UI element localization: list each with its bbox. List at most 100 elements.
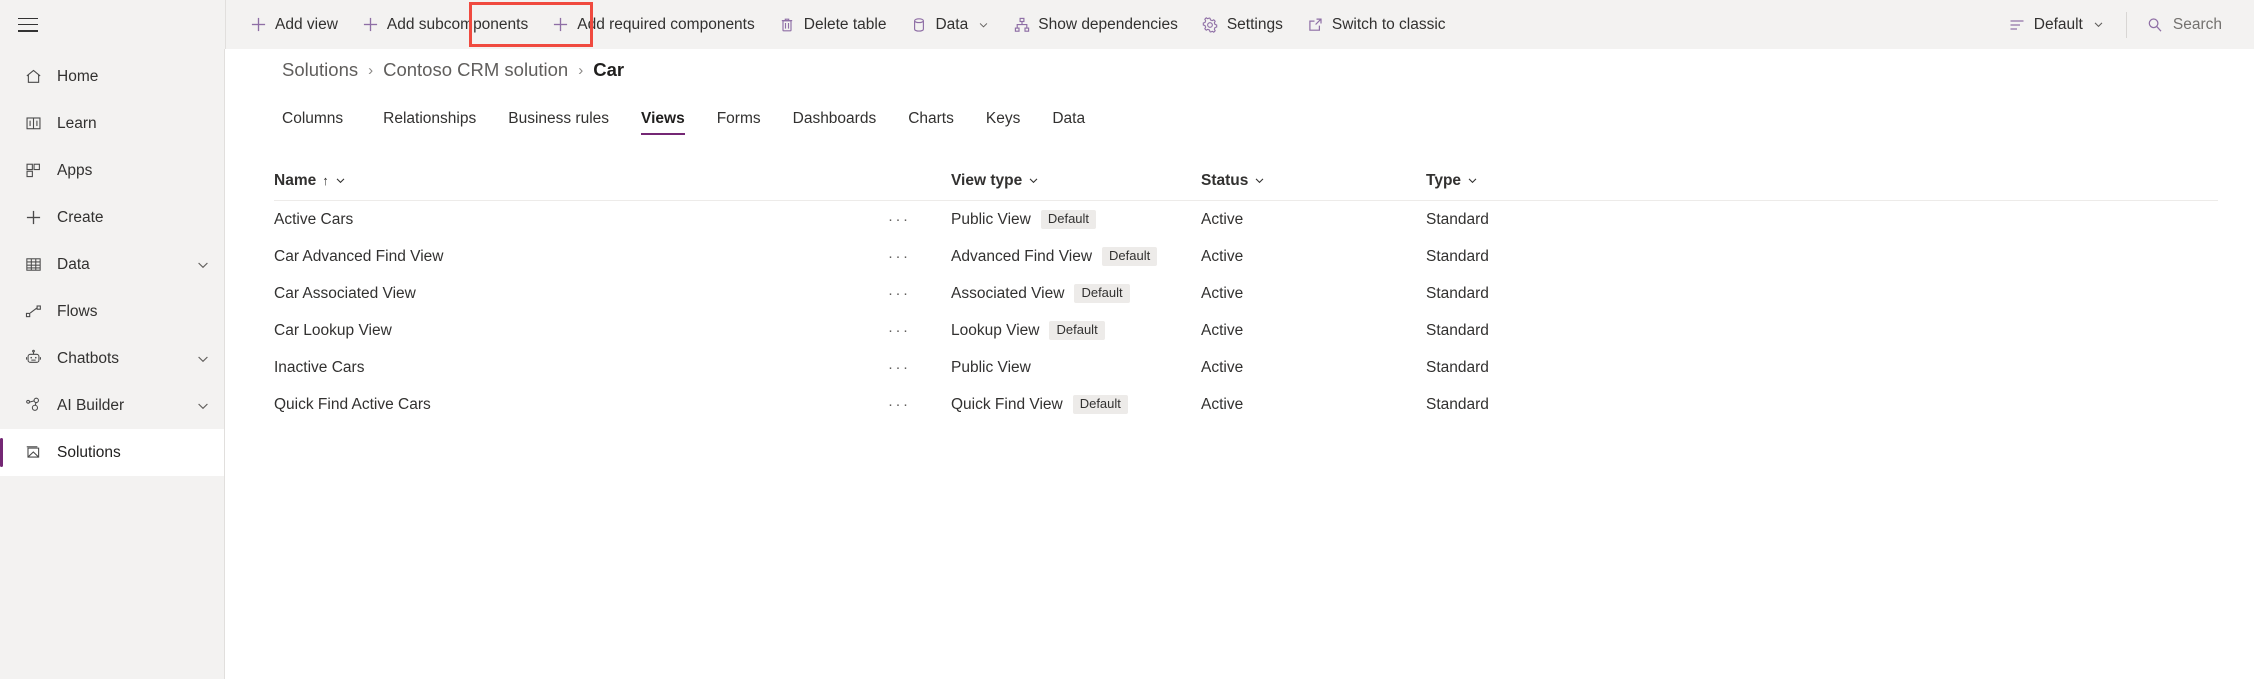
show-dependencies-button[interactable]: Show dependencies <box>1001 5 1190 45</box>
switch-to-classic-button[interactable]: Switch to classic <box>1295 5 1458 45</box>
column-header-label: Name <box>274 172 316 190</box>
data-label: Data <box>935 17 968 33</box>
cell-name[interactable]: Car Associated View <box>274 285 886 303</box>
plus-icon <box>250 16 267 33</box>
ai-builder-icon <box>23 396 43 416</box>
more-options-icon[interactable]: ··· <box>886 248 911 265</box>
add-required-label: Add required components <box>577 17 755 33</box>
table-row[interactable]: Inactive Cars···Public ViewActiveStandar… <box>274 349 2218 386</box>
sidebar-item-learn[interactable]: Learn <box>0 100 224 147</box>
column-header-view_type[interactable]: View type <box>951 172 1201 190</box>
more-options-icon[interactable]: ··· <box>886 322 911 339</box>
sidebar-item-apps[interactable]: Apps <box>0 147 224 194</box>
breadcrumb-separator-icon: › <box>368 62 373 79</box>
tab-forms[interactable]: Forms <box>701 111 777 136</box>
add-subcomponents-button[interactable]: Add subcomponents <box>350 5 540 45</box>
column-header-content: View type <box>951 172 1201 190</box>
chevron-down-icon[interactable] <box>196 258 210 272</box>
table-row[interactable]: Active Cars···Public ViewDefaultActiveSt… <box>274 201 2218 238</box>
more-options-icon[interactable]: ··· <box>886 211 911 228</box>
breadcrumb-link[interactable]: Contoso CRM solution <box>383 59 568 81</box>
tab-views[interactable]: Views <box>625 111 701 136</box>
more-options-icon[interactable]: ··· <box>886 396 911 413</box>
sidebar-item-chatbots[interactable]: Chatbots <box>0 335 224 382</box>
cell-type: Standard <box>1426 322 2218 340</box>
settings-button[interactable]: Settings <box>1190 5 1295 45</box>
add-view-label: Add view <box>275 17 338 33</box>
view-type-label: Advanced Find View <box>951 248 1092 266</box>
right-divider <box>2126 12 2127 38</box>
cell-status: Active <box>1201 359 1426 377</box>
cell-type: Standard <box>1426 285 2218 303</box>
more-options-icon[interactable]: ··· <box>886 359 911 376</box>
column-header-label: View type <box>951 172 1022 190</box>
sidebar-item-label: Data <box>57 256 196 274</box>
cell-name[interactable]: Car Advanced Find View <box>274 248 886 266</box>
cell-status: Active <box>1201 285 1426 303</box>
tab-dashboards[interactable]: Dashboards <box>777 111 893 136</box>
search-box[interactable]: Search <box>2137 5 2232 45</box>
search-icon <box>2147 16 2164 33</box>
cell-view-type: Lookup ViewDefault <box>951 321 1201 341</box>
sidebar-item-home[interactable]: Home <box>0 53 224 100</box>
chevron-down-icon[interactable] <box>1467 175 1478 186</box>
view-type-label: Public View <box>951 211 1031 229</box>
views-grid: Name↑View typeStatusType Active Cars···P… <box>226 167 2254 423</box>
sidebar-item-label: AI Builder <box>57 397 196 415</box>
flow-icon <box>23 302 43 322</box>
apps-icon <box>23 161 43 181</box>
table-row[interactable]: Quick Find Active Cars···Quick Find View… <box>274 386 2218 423</box>
view-selector-button[interactable]: Default <box>1997 5 2116 45</box>
cell-name[interactable]: Quick Find Active Cars <box>274 396 886 414</box>
more-options-icon[interactable]: ··· <box>886 285 911 302</box>
sidebar-item-flows[interactable]: Flows <box>0 288 224 335</box>
tab-keys[interactable]: Keys <box>970 111 1036 136</box>
sidebar-item-label: Chatbots <box>57 350 196 368</box>
sort-ascending-icon: ↑ <box>322 173 329 188</box>
sidebar-item-create[interactable]: Create <box>0 194 224 241</box>
column-header-status[interactable]: Status <box>1201 172 1426 190</box>
sidebar-item-data[interactable]: Data <box>0 241 224 288</box>
tab-columns[interactable]: Columns <box>282 111 367 136</box>
hamburger-icon[interactable] <box>18 18 38 32</box>
open-in-new-icon <box>1307 16 1324 33</box>
tab-business-rules[interactable]: Business rules <box>492 111 625 136</box>
column-header-type[interactable]: Type <box>1426 172 2218 190</box>
column-header-content: Status <box>1201 172 1426 190</box>
row-more-actions: ··· <box>886 359 951 376</box>
chevron-down-icon[interactable] <box>1254 175 1265 186</box>
chevron-down-icon[interactable] <box>196 352 210 366</box>
cell-name[interactable]: Inactive Cars <box>274 359 886 377</box>
menu-button-container <box>0 0 225 49</box>
view-type-label: Associated View <box>951 285 1064 303</box>
chevron-down-icon[interactable] <box>196 399 210 413</box>
table-row[interactable]: Car Advanced Find View··· Advanced Find V… <box>274 238 2218 275</box>
cell-view-type: Advanced Find ViewDefault <box>951 247 1201 267</box>
add-required-button[interactable]: Add required components <box>540 5 767 45</box>
add-view-button[interactable]: Add view <box>238 5 350 45</box>
chevron-down-icon[interactable] <box>1028 175 1039 186</box>
cell-name[interactable]: Car Lookup View <box>274 322 886 340</box>
row-more-actions: ··· <box>886 396 951 413</box>
chatbot-icon <box>23 349 43 369</box>
data-button[interactable]: Data <box>898 5 1001 45</box>
cell-name[interactable]: Active Cars <box>274 211 886 229</box>
sidebar-item-label: Home <box>57 68 210 86</box>
sidebar-item-ai-builder[interactable]: AI Builder <box>0 382 224 429</box>
sidebar-item-solutions[interactable]: Solutions <box>0 429 224 476</box>
tab-relationships[interactable]: Relationships <box>367 111 492 136</box>
column-header-name[interactable]: Name ↑ <box>274 172 886 190</box>
default-badge: Default <box>1073 395 1128 415</box>
chevron-down-icon[interactable] <box>335 175 346 186</box>
cell-status: Active <box>1201 248 1426 266</box>
chevron-down-icon <box>978 19 989 30</box>
tab-data[interactable]: Data <box>1036 111 1101 136</box>
table-row[interactable]: Car Associated View···Associated ViewDef… <box>274 275 2218 312</box>
command-bar-actions: Add view Add subcomponents Add required co… <box>226 0 1997 49</box>
tab-charts[interactable]: Charts <box>892 111 970 136</box>
breadcrumb: Solutions›Contoso CRM solution›Car <box>226 49 2254 91</box>
breadcrumb-link[interactable]: Solutions <box>282 59 358 81</box>
table-row[interactable]: Car Lookup View···Lookup ViewDefaultActi… <box>274 312 2218 349</box>
delete-table-button[interactable]: Delete table <box>767 5 899 45</box>
chevron-down-icon <box>2093 19 2104 30</box>
